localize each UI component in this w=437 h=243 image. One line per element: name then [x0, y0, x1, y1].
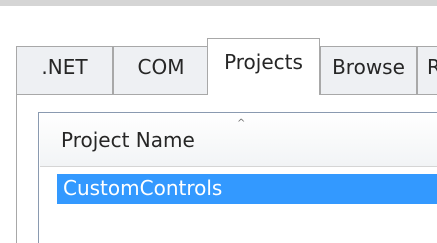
tab-net[interactable]: .NET: [16, 46, 113, 95]
tab-browse[interactable]: Browse: [320, 46, 417, 95]
tab-recent[interactable]: R: [417, 46, 437, 95]
column-header-project-name[interactable]: Project Name ^: [40, 113, 437, 167]
list-item[interactable]: CustomControls: [57, 174, 437, 204]
sort-ascending-icon: ^: [237, 118, 246, 129]
column-header-label: Project Name: [61, 128, 195, 152]
tab-com[interactable]: COM: [113, 46, 209, 95]
top-divider: [0, 0, 437, 6]
list-item-label: CustomControls: [63, 176, 223, 200]
project-list[interactable]: Project Name ^ CustomControls: [38, 112, 437, 243]
add-reference-dialog: .NET COM Projects Browse R Project Name …: [0, 0, 437, 243]
tab-projects[interactable]: Projects: [207, 38, 320, 95]
